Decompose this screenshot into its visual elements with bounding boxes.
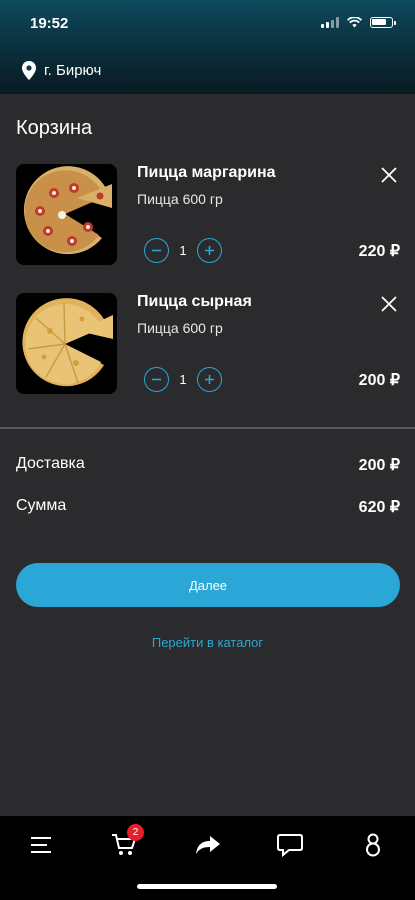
section-divider xyxy=(0,427,415,429)
location-pin-icon xyxy=(22,61,36,80)
cart-item: Пицца маргарина Пицца 600 гр 1 220 ₽ xyxy=(16,164,400,265)
tab-chat[interactable] xyxy=(270,830,310,860)
cart-badge: 2 xyxy=(127,824,144,841)
app-header: 19:52 г. Бирюч xyxy=(0,0,415,94)
home-indicator xyxy=(137,884,277,889)
go-to-catalog-link[interactable]: Перейти в каталог xyxy=(0,635,415,650)
next-button[interactable]: Далее xyxy=(16,563,400,607)
plus-icon xyxy=(205,246,214,255)
remove-item-icon[interactable] xyxy=(380,166,398,184)
tab-share[interactable] xyxy=(188,830,228,860)
city-name: г. Бирюч xyxy=(44,62,102,79)
item-price: 220 ₽ xyxy=(358,243,400,260)
wifi-icon xyxy=(347,17,362,28)
decrease-quantity-button[interactable] xyxy=(144,367,169,392)
delivery-label: Доставка xyxy=(16,455,85,472)
increase-quantity-button[interactable] xyxy=(197,367,222,392)
pizza-cheese-image xyxy=(16,293,117,394)
minus-icon xyxy=(152,378,161,381)
item-description: Пицца 600 гр xyxy=(137,320,223,336)
decrease-quantity-button[interactable] xyxy=(144,238,169,263)
minus-icon xyxy=(152,249,161,252)
quantity-value: 1 xyxy=(179,372,187,387)
chat-icon xyxy=(277,834,303,857)
share-icon xyxy=(196,836,220,854)
increase-quantity-button[interactable] xyxy=(197,238,222,263)
tab-cart[interactable]: 2 xyxy=(104,824,144,860)
menu-icon xyxy=(31,837,51,853)
remove-item-icon[interactable] xyxy=(380,295,398,313)
city-selector[interactable]: г. Бирюч xyxy=(22,61,101,80)
status-icons xyxy=(321,17,396,28)
quantity-stepper: 1 xyxy=(144,238,222,263)
pizza-margherita-image xyxy=(16,164,117,265)
quantity-stepper: 1 xyxy=(144,367,222,392)
status-time: 19:52 xyxy=(30,15,69,32)
item-description: Пицца 600 гр xyxy=(137,191,223,207)
delivery-row: Доставка 200 ₽ xyxy=(16,455,400,475)
item-name: Пицца сырная xyxy=(137,293,252,310)
total-row: Сумма 620 ₽ xyxy=(16,497,400,517)
item-price: 200 ₽ xyxy=(358,372,400,389)
total-label: Сумма xyxy=(16,497,67,514)
cellular-signal-icon xyxy=(321,17,339,28)
tab-profile[interactable] xyxy=(353,830,393,860)
tab-menu[interactable] xyxy=(21,830,61,860)
item-name: Пицца маргарина xyxy=(137,164,276,181)
profile-icon xyxy=(366,833,380,857)
quantity-value: 1 xyxy=(179,243,187,258)
page-title: Корзина xyxy=(16,117,93,139)
delivery-value: 200 ₽ xyxy=(358,457,400,474)
total-value: 620 ₽ xyxy=(358,499,400,516)
cart-item: Пицца сырная Пицца 600 гр 1 200 ₽ xyxy=(16,293,400,394)
plus-icon xyxy=(205,375,214,384)
battery-icon xyxy=(370,17,396,28)
